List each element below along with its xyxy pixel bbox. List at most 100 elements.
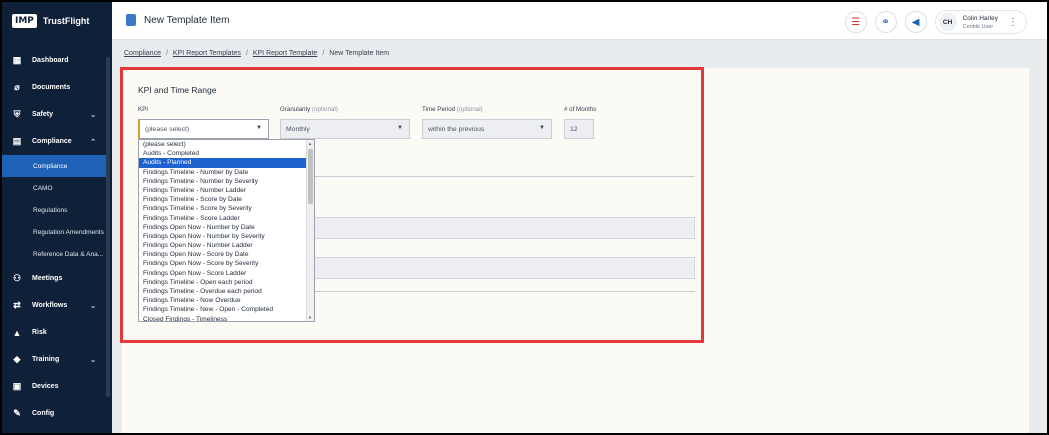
shield-icon: ⛨ — [13, 109, 21, 119]
chevron-down-icon: ▼ — [256, 125, 262, 131]
optional-tag: (optional) — [312, 106, 338, 113]
dropdown-option[interactable]: Findings Timeline - Overdue each period — [139, 287, 314, 296]
divider — [302, 291, 695, 292]
paperclip-icon: ⌀ — [14, 82, 20, 92]
sidebar-item-training[interactable]: ◆ Training ⌄ — [2, 346, 108, 373]
sidebar-item-config[interactable]: ✎ Config — [2, 400, 108, 427]
hidden-textarea[interactable] — [302, 257, 695, 279]
sidebar-scrollbar[interactable] — [106, 57, 110, 397]
dropdown-option[interactable]: Findings Timeline - Number by Severity — [139, 177, 314, 186]
time-period-select[interactable]: within the previous ▼ — [422, 119, 552, 139]
sidebar-subitem-compliance[interactable]: Compliance — [2, 155, 108, 177]
user-info: Colin Harley Centrik User — [963, 14, 998, 31]
kpi-options: (please select) Audits - Completed Audits … — [139, 140, 314, 321]
logo[interactable]: IMP TrustFlight — [2, 2, 112, 40]
more-vertical-icon[interactable]: ⋮ — [1008, 17, 1018, 28]
hidden-text-field[interactable] — [302, 217, 695, 239]
dropdown-option[interactable]: Findings Timeline - Score Ladder — [139, 214, 314, 223]
sidebar-item-label: Documents — [32, 84, 71, 91]
months-input[interactable]: 12 — [564, 119, 594, 139]
dropdown-option[interactable]: Audits - Planned — [139, 158, 314, 168]
chevron-up-icon: ⌃ — [90, 138, 96, 146]
config-icon: ✎ — [13, 408, 21, 418]
sidebar-item-label: Workflows — [32, 302, 68, 309]
dropdown-option[interactable]: Audits - Completed — [139, 149, 314, 158]
dropdown-option[interactable]: Findings Open Now - Score by Date — [139, 250, 314, 259]
kpi-select[interactable]: (please select) ▼ — [138, 119, 269, 139]
sidebar-item-label: Training — [32, 356, 60, 363]
breadcrumb-separator: / — [165, 50, 168, 57]
dropdown-option[interactable]: Closed Findings - Timeliness — [139, 315, 314, 321]
scroll-thumb[interactable] — [308, 149, 313, 204]
scroll-down-icon[interactable]: ▼ — [307, 315, 313, 320]
section-title: KPI and Time Range — [138, 85, 217, 95]
sidebar-item-workflows[interactable]: ⇄ Workflows ⌄ — [2, 292, 108, 319]
chevron-down-icon: ⌄ — [90, 356, 96, 364]
dropdown-scrollbar[interactable]: ▲ ▼ — [306, 140, 314, 321]
stack-icon[interactable]: ☰ — [844, 11, 867, 33]
dropdown-option[interactable]: Findings Open Now - Score Ladder — [139, 269, 314, 278]
sidebar-item-safety[interactable]: ⛨ Safety ⌄ — [2, 101, 108, 128]
time-period-label: Time Period (optional) — [422, 106, 483, 113]
time-period-select-value: within the previous — [428, 125, 485, 133]
page-title-text: New Template Item — [144, 14, 230, 26]
time-period-label-text: Time Period — [422, 106, 456, 113]
link-icon[interactable]: ⚭ — [874, 11, 897, 33]
sidebar-subitem-reference-data[interactable]: Reference Data & Ana... — [2, 243, 108, 265]
user-menu[interactable]: CH Colin Harley Centrik User ⋮ — [934, 10, 1027, 34]
app-frame: IMP TrustFlight ▦ Dashboard ⌀ Documents … — [2, 2, 1047, 433]
breadcrumb-current: New Template Item — [329, 50, 390, 57]
dropdown-option[interactable]: Findings Open Now - Score by Severity — [139, 259, 314, 268]
kpi-label-text: KPI — [138, 106, 148, 113]
sidebar-item-meetings[interactable]: ⚇ Meetings — [2, 265, 108, 292]
dropdown-option[interactable]: Findings Timeline - Open each period — [139, 278, 314, 287]
top-actions: ☰ ⚭ ◀ CH Colin Harley Centrik User ⋮ — [844, 10, 1027, 34]
megaphone-icon[interactable]: ◀ — [904, 11, 927, 33]
sidebar-item-label: Compliance — [32, 138, 72, 145]
breadcrumb-link-kpi-report-template[interactable]: KPI Report Template — [253, 50, 317, 57]
granularity-label: Granularity (optional) — [280, 106, 338, 113]
breadcrumb: Compliance / KPI Report Templates / KPI … — [124, 50, 389, 57]
granularity-label-text: Granularity — [280, 106, 311, 113]
dropdown-option[interactable]: Findings Timeline - New - Open - Complet… — [139, 305, 314, 314]
granularity-select[interactable]: Monthly ▼ — [280, 119, 410, 139]
sidebar-item-dashboard[interactable]: ▦ Dashboard — [2, 47, 108, 74]
sidebar-item-label: Config — [32, 410, 55, 417]
dropdown-option[interactable]: Findings Timeline - Number Ladder — [139, 186, 314, 195]
dashboard-icon: ▦ — [12, 55, 22, 65]
scroll-up-icon[interactable]: ▲ — [307, 141, 313, 146]
sidebar-item-label: Safety — [32, 111, 54, 118]
devices-icon: ▣ — [12, 381, 22, 391]
dropdown-option[interactable]: Findings Timeline - Number by Date — [139, 168, 314, 177]
dropdown-option[interactable]: (please select) — [139, 140, 314, 149]
chevron-down-icon: ▼ — [397, 125, 403, 131]
breadcrumb-link-compliance[interactable]: Compliance — [124, 50, 161, 57]
dropdown-option[interactable]: Findings Open Now - Number by Date — [139, 223, 314, 232]
dropdown-option[interactable]: Findings Timeline - Now Overdue — [139, 296, 314, 305]
sidebar-subitem-regulations[interactable]: Regulations — [2, 199, 108, 221]
breadcrumb-separator: / — [245, 50, 248, 57]
sidebar-subitem-regulation-amendments[interactable]: Regulation Amendments — [2, 221, 108, 243]
breadcrumb-link-kpi-report-templates[interactable]: KPI Report Templates — [173, 50, 241, 57]
user-name: Colin Harley — [962, 14, 998, 22]
logo-text: TrustFlight — [42, 16, 90, 26]
sidebar-item-documents[interactable]: ⌀ Documents — [2, 74, 108, 101]
dropdown-option[interactable]: Findings Open Now - Number Ladder — [139, 241, 314, 250]
graduation-cap-icon: ◆ — [13, 354, 21, 364]
chevron-down-icon: ⌄ — [90, 302, 96, 310]
sidebar-item-devices[interactable]: ▣ Devices — [2, 373, 108, 400]
sidebar-item-risk[interactable]: ▲ Risk — [2, 319, 108, 346]
sidebar-item-label: Risk — [32, 329, 47, 336]
dropdown-option[interactable]: Findings Timeline - Score by Severity — [139, 204, 314, 213]
dropdown-option[interactable]: Findings Open Now - Number by Severity — [139, 232, 314, 241]
kpi-select-value: (please select) — [145, 125, 190, 133]
compliance-icon: ▤ — [12, 136, 22, 146]
sidebar: IMP TrustFlight ▦ Dashboard ⌀ Documents … — [2, 2, 112, 433]
dropdown-option[interactable]: Findings Timeline - Score by Date — [139, 195, 314, 204]
sidebar-subitem-camo[interactable]: CAMO — [2, 177, 108, 199]
sidebar-item-compliance[interactable]: ▤ Compliance ⌃ — [2, 128, 108, 155]
optional-tag: (optional) — [456, 106, 483, 113]
chevron-down-icon: ⌄ — [90, 111, 96, 119]
kpi-dropdown-list[interactable]: (please select) Audits - Completed Audits … — [138, 139, 315, 322]
workflow-icon: ⇄ — [13, 300, 21, 310]
